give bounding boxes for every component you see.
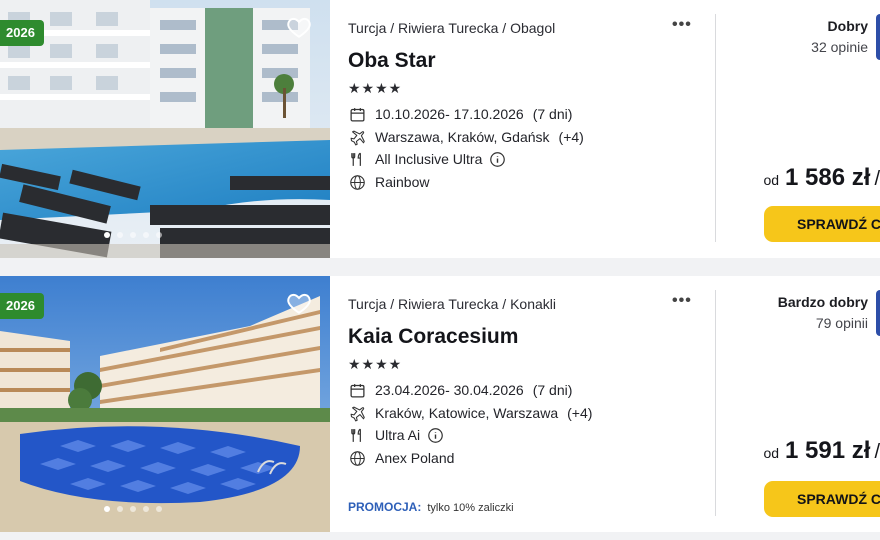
price-amount: 1 591 zł [785, 437, 871, 464]
heart-icon[interactable] [286, 14, 312, 40]
price-prefix: od [763, 445, 780, 461]
carousel-dot[interactable] [104, 232, 110, 238]
airports-text: Kraków, Katowice, Warszawa [375, 405, 559, 421]
rating-block[interactable]: Dobry 32 opinie [811, 18, 868, 55]
carousel-dot[interactable] [104, 506, 110, 512]
hotel-name[interactable]: Oba Star [348, 49, 436, 73]
breadcrumb[interactable]: Turcja / Riwiera Turecka / Konakli [348, 296, 556, 312]
score-badge [876, 290, 880, 336]
star-rating: ★★★★ [348, 80, 403, 96]
dates-text: 23.04.2026- 30.04.2026 [375, 382, 524, 398]
carousel-dot[interactable] [117, 232, 123, 238]
airports-more[interactable]: (+4) [559, 129, 584, 145]
carousel-dot[interactable] [130, 506, 136, 512]
carousel-dots[interactable] [104, 232, 162, 238]
price-suffix: / [874, 441, 880, 463]
carousel-dot[interactable] [143, 232, 149, 238]
duration-text: (7 dni) [532, 382, 573, 398]
offer-details: Turcja / Riwiera Turecka / Konakli ••• K… [348, 276, 708, 532]
year-badge: 2026 [0, 293, 44, 319]
meal-icon [348, 426, 366, 444]
operator-row: Rainbow [348, 173, 429, 191]
airports-text: Warszawa, Kraków, Gdańsk [375, 129, 550, 145]
airports-more[interactable]: (+4) [567, 405, 592, 421]
airports-row: Kraków, Katowice, Warszawa (+4) [348, 404, 592, 422]
star-rating: ★★★★ [348, 356, 403, 372]
carousel-dot[interactable] [156, 232, 162, 238]
info-icon[interactable] [489, 151, 506, 168]
plane-icon [348, 404, 366, 422]
carousel-dot[interactable] [143, 506, 149, 512]
airports-row: Warszawa, Kraków, Gdańsk (+4) [348, 128, 584, 146]
check-price-button[interactable]: SPRAWDŹ CEN [764, 206, 880, 242]
rating-word: Bardzo dobry [777, 294, 868, 310]
operator-text: Anex Poland [375, 450, 455, 466]
promo-label: PROMOCJA: [348, 500, 422, 514]
year-badge-text: 2026 [6, 298, 35, 313]
calendar-icon [348, 105, 366, 123]
info-icon[interactable] [427, 427, 444, 444]
price-prefix: od [763, 172, 780, 188]
hotel-photo-image [0, 0, 330, 258]
heart-icon[interactable] [286, 290, 312, 316]
more-icon[interactable]: ••• [672, 292, 692, 310]
board-row: Ultra Ai [348, 426, 444, 444]
rating-count[interactable]: 32 opinie [811, 39, 868, 55]
price-amount: 1 586 zł [785, 164, 871, 191]
hotel-photo[interactable]: 2026 [0, 276, 330, 532]
board-text: All Inclusive Ultra [375, 151, 483, 167]
rating-count[interactable]: 79 opinii [778, 315, 868, 331]
dates-row: 23.04.2026- 30.04.2026 (7 dni) [348, 381, 572, 399]
globe-icon [348, 449, 366, 467]
calendar-icon [348, 381, 366, 399]
carousel-dot[interactable] [117, 506, 123, 512]
divider [715, 14, 716, 242]
hotel-name[interactable]: Kaia Coracesium [348, 325, 518, 349]
check-price-button[interactable]: SPRAWDŹ CEN [764, 481, 880, 517]
score-badge [876, 14, 880, 60]
dates-row: 10.10.2026- 17.10.2026 (7 dni) [348, 105, 572, 123]
price-suffix: / [874, 168, 880, 190]
board-text: Ultra Ai [375, 427, 421, 443]
rating-word: Dobry [827, 18, 868, 34]
meal-icon [348, 150, 366, 168]
carousel-dot[interactable] [156, 506, 162, 512]
globe-icon [348, 173, 366, 191]
operator-row: Anex Poland [348, 449, 454, 467]
breadcrumb[interactable]: Turcja / Riwiera Turecka / Obagol [348, 20, 555, 36]
carousel-dot[interactable] [130, 232, 136, 238]
carousel-dots[interactable] [104, 506, 162, 512]
price: od 1 586 zł / [763, 164, 880, 192]
board-row: All Inclusive Ultra [348, 150, 506, 168]
dates-text: 10.10.2026- 17.10.2026 [375, 106, 524, 122]
divider [715, 290, 716, 516]
hotel-photo[interactable]: 2026 [0, 0, 330, 258]
offer-details: Turcja / Riwiera Turecka / Obagol ••• Ob… [348, 0, 708, 258]
plane-icon [348, 128, 366, 146]
promo-text: tylko 10% zaliczki [427, 502, 514, 514]
more-icon[interactable]: ••• [672, 16, 692, 34]
offer-card[interactable]: 2026 Turcja / Riwiera Turecka / Konakli … [0, 276, 880, 532]
duration-text: (7 dni) [532, 106, 573, 122]
year-badge: 2026 [0, 20, 44, 46]
promo-line: PROMOCJA: tylko 10% zaliczki [348, 500, 514, 514]
offer-card[interactable]: 2026 Turcja / Riwiera Turecka / Obagol •… [0, 0, 880, 258]
rating-block[interactable]: Bardzo dobry 79 opinii [778, 294, 868, 331]
hotel-photo-image [0, 276, 330, 532]
price: od 1 591 zł / [763, 437, 880, 465]
operator-text: Rainbow [375, 174, 430, 190]
year-badge-text: 2026 [6, 25, 35, 40]
